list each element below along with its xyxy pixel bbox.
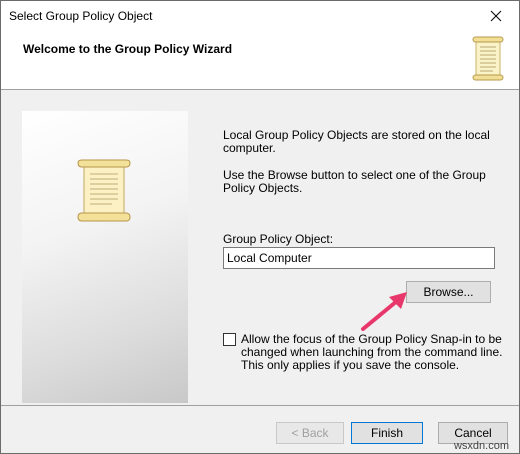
back-button[interactable]: < Back [276,422,344,444]
scroll-icon [77,159,131,222]
watermark: wsxdn.com [453,440,509,452]
close-button[interactable] [473,1,519,31]
annotation-arrow [361,292,407,331]
description-text: Local Group Policy Objects are stored on… [223,128,490,155]
wizard-header: Welcome to the Group Policy Wizard [1,31,519,90]
dialog-window: Select Group Policy Object Welcome to th… [0,0,520,454]
instruction-text: Use the Browse button to select one of t… [223,168,486,195]
close-icon [490,10,502,22]
side-panel [22,111,188,403]
scroll-icon [472,36,504,81]
gpo-label: Group Policy Object: [223,232,334,246]
gpo-field[interactable]: Local Computer [223,247,495,269]
browse-button[interactable]: Browse... [406,281,491,303]
finish-button[interactable]: Finish [351,422,423,444]
footer-divider [1,405,519,406]
wizard-title: Welcome to the Group Policy Wizard [23,42,233,56]
window-title: Select Group Policy Object [9,9,153,23]
focus-checkbox[interactable] [223,333,236,346]
checkbox-label: Allow the focus of the Group Policy Snap… [241,332,503,372]
title-bar: Select Group Policy Object [1,1,519,31]
